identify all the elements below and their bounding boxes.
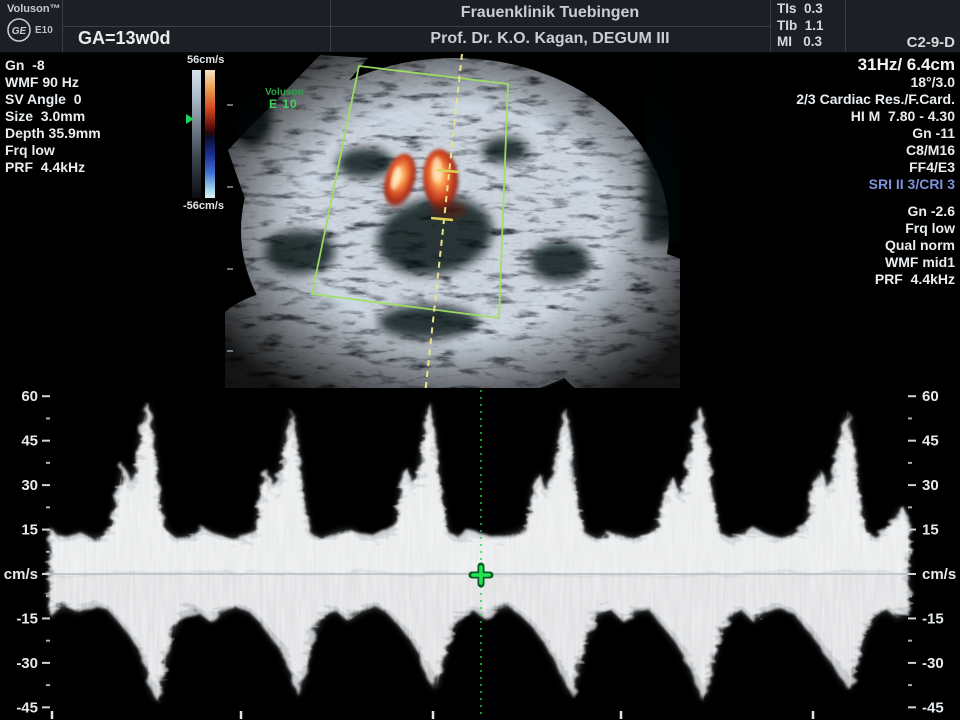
sri-cri-setting: SRI II 3/CRI 3	[796, 176, 955, 193]
velocity-label-left: 15	[21, 522, 38, 539]
svg-text:GE: GE	[12, 26, 27, 37]
brand-name: Voluson™	[7, 3, 61, 15]
ultrasound-screen: Voluson™ GE E10 GA=13w0d Frauenklinik Tu…	[0, 0, 960, 720]
velocity-label-left: -30	[16, 655, 38, 672]
doppler-param-line: PRF 4.4kHz	[796, 271, 955, 288]
velocity-label-right: 30	[922, 477, 939, 494]
velocity-label-right: -30	[922, 655, 944, 672]
ge-logo: GE	[6, 17, 32, 43]
gray-scale-bar	[192, 70, 201, 198]
doppler-param-line: Frq low	[796, 220, 955, 237]
pw-param-line: Depth 35.9mm	[5, 125, 101, 142]
spectral-doppler-display: 60 60 45 45 30 30 15 15 cm/s cm/s -15 -15 -30 -30 -45 -…	[0, 388, 960, 720]
doppler-param-line: WMF mid1	[796, 254, 955, 271]
velocity-label-right: 45	[922, 433, 939, 450]
image-parameter-panel: 31Hz/ 6.4cm 18°/3.02/3 Cardiac Res./F.Ca…	[796, 55, 955, 288]
image-param-line: FF4/E3	[796, 159, 955, 176]
velocity-label-left: 30	[21, 477, 38, 494]
scale-min-label: -56cm/s	[183, 200, 224, 212]
scale-max-label: 56cm/s	[187, 54, 224, 66]
velocity-label-left: cm/s	[4, 566, 38, 583]
pw-param-line: WMF 90 Hz	[5, 74, 101, 91]
divider	[770, 0, 771, 52]
pw-param-line: Gn -8	[5, 57, 101, 74]
gestational-age: GA=13w0d	[78, 28, 171, 49]
color-doppler-bar	[205, 70, 215, 198]
pw-param-line: Frq low	[5, 142, 101, 159]
velocity-label-left: -15	[16, 610, 38, 627]
image-param-line: HI M 7.80 - 4.30	[796, 108, 955, 125]
watermark-model: E 10	[269, 97, 298, 111]
velocity-label-right: 15	[922, 522, 939, 539]
velocity-label-right: 60	[922, 388, 939, 405]
ti-bone: TIb 1.1	[777, 18, 824, 35]
top-bar: Voluson™ GE E10 GA=13w0d Frauenklinik Tu…	[0, 0, 960, 54]
image-param-line: C8/M16	[796, 142, 955, 159]
image-param-line: 18°/3.0	[796, 74, 955, 91]
image-param-line: Gn -11	[796, 125, 955, 142]
ti-soft-tissue: TIs 0.3	[777, 1, 824, 18]
bmode-image: Voluson E 10	[225, 52, 680, 390]
probe-label: C2-9-D	[845, 34, 960, 51]
clinic-name: Frauenklinik Tuebingen	[330, 4, 770, 22]
pw-parameter-panel: Gn -8WMF 90 HzSV Angle 0Size 3.0mmDepth …	[5, 57, 101, 176]
acoustic-indices: TIs 0.3 TIb 1.1 MI 0.3	[777, 1, 824, 51]
operator-name: Prof. Dr. K.O. Kagan, DEGUM III	[330, 30, 770, 48]
divider	[62, 26, 770, 27]
image-param-line: 2/3 Cardiac Res./F.Card.	[796, 91, 955, 108]
brand-model: E10	[35, 25, 53, 36]
mechanical-index: MI 0.3	[777, 34, 824, 51]
brand-block: Voluson™ GE E10	[0, 0, 62, 52]
velocity-label-left: -45	[16, 699, 38, 716]
doppler-param-line: Gn -2.6	[796, 203, 955, 220]
velocity-label-left: 60	[21, 388, 38, 405]
scale-baseline-arrow-icon[interactable]	[186, 114, 194, 124]
velocity-label-right: cm/s	[922, 566, 956, 583]
velocity-label-right: -15	[922, 610, 944, 627]
pw-param-line: PRF 4.4kHz	[5, 159, 101, 176]
framerate-depth: 31Hz/ 6.4cm	[796, 55, 955, 74]
velocity-label-left: 45	[21, 433, 38, 450]
pw-param-line: SV Angle 0	[5, 91, 101, 108]
doppler-param-line: Qual norm	[796, 237, 955, 254]
velocity-label-right: -45	[922, 699, 944, 716]
pw-param-line: Size 3.0mm	[5, 108, 101, 125]
